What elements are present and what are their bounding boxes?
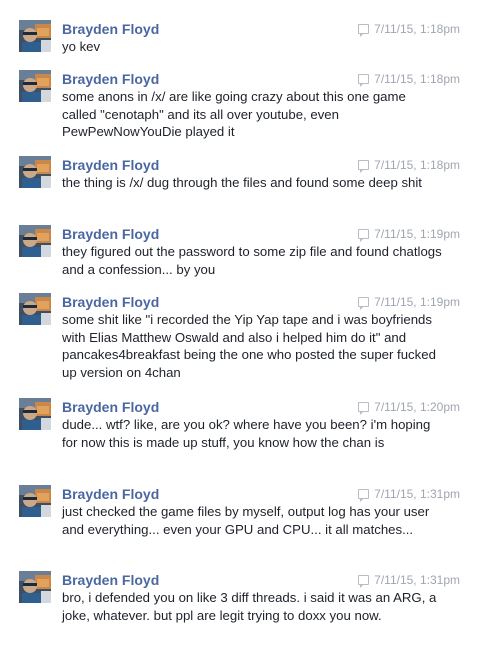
timestamp: 7/11/15, 1:18pm	[374, 22, 460, 36]
avatar[interactable]	[19, 398, 51, 430]
message-text: the thing is /x/ dug through the files a…	[62, 175, 422, 190]
chat-bubble-icon	[358, 402, 370, 415]
author-name[interactable]: Brayden Floyd	[62, 398, 159, 416]
avatar[interactable]	[19, 20, 51, 52]
avatar[interactable]	[19, 293, 51, 325]
author-name[interactable]: Brayden Floyd	[62, 156, 159, 174]
message-text: some shit like "i recorded the Yip Yap t…	[62, 312, 436, 380]
chat-bubble-icon	[358, 160, 370, 173]
message-meta: 7/11/15, 1:19pm	[358, 293, 460, 311]
author-name[interactable]: Brayden Floyd	[62, 225, 159, 243]
chat-bubble-icon	[358, 24, 370, 37]
avatar[interactable]	[19, 225, 51, 257]
author-name[interactable]: Brayden Floyd	[62, 293, 159, 311]
timestamp: 7/11/15, 1:20pm	[374, 400, 460, 414]
message-meta: 7/11/15, 1:31pm	[358, 571, 460, 589]
author-name[interactable]: Brayden Floyd	[62, 20, 159, 38]
avatar[interactable]	[19, 485, 51, 517]
message-text: bro, i defended you on like 3 diff threa…	[62, 590, 437, 623]
message-meta: 7/11/15, 1:18pm	[358, 156, 460, 174]
author-name[interactable]: Brayden Floyd	[62, 571, 159, 589]
timestamp: 7/11/15, 1:18pm	[374, 72, 460, 86]
message-text: just checked the game files by myself, o…	[62, 504, 430, 537]
avatar[interactable]	[19, 70, 51, 102]
message-meta: 7/11/15, 1:18pm	[358, 20, 460, 38]
timestamp: 7/11/15, 1:19pm	[374, 295, 460, 309]
author-name[interactable]: Brayden Floyd	[62, 485, 159, 503]
message-meta: 7/11/15, 1:20pm	[358, 398, 460, 416]
chat-bubble-icon	[358, 575, 370, 588]
message-meta: 7/11/15, 1:31pm	[358, 485, 460, 503]
avatar[interactable]	[19, 156, 51, 188]
avatar[interactable]	[19, 571, 51, 603]
timestamp: 7/11/15, 1:31pm	[374, 487, 460, 501]
message-text: they figured out the password to some zi…	[62, 244, 442, 277]
chat-bubble-icon	[358, 297, 370, 310]
message-text: dude... wtf? like, are you ok? where hav…	[62, 417, 431, 450]
timestamp: 7/11/15, 1:18pm	[374, 158, 460, 172]
message-meta: 7/11/15, 1:19pm	[358, 225, 460, 243]
message-meta: 7/11/15, 1:18pm	[358, 70, 460, 88]
author-name[interactable]: Brayden Floyd	[62, 70, 159, 88]
chat-bubble-icon	[358, 74, 370, 87]
timestamp: 7/11/15, 1:31pm	[374, 573, 460, 587]
message-text: yo kev	[62, 39, 101, 54]
chat-bubble-icon	[358, 229, 370, 242]
message-text: some anons in /x/ are like going crazy a…	[62, 89, 406, 139]
timestamp: 7/11/15, 1:19pm	[374, 227, 460, 241]
chat-bubble-icon	[358, 489, 370, 502]
